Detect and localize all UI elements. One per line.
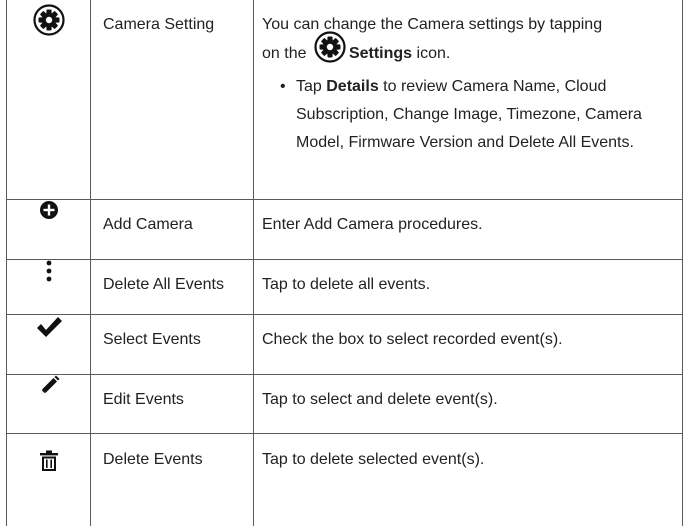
details-list: • Tap Details to review Camera Name, Clo… [262,73,674,157]
checkmark-icon [35,326,63,343]
edit-events-description: Tap to select and delete event(s). [254,375,683,434]
table-row: Add Camera Enter Add Camera procedures. [7,200,683,260]
settings-gear-icon [314,31,346,73]
icon-cell [7,200,91,260]
table-row: Camera Setting You can change the Camera… [7,0,683,200]
camera-setting-name: Camera Setting [91,0,254,200]
more-vertical-icon [45,269,53,286]
icon-cell [7,434,91,526]
edit-events-name: Edit Events [91,375,254,434]
add-camera-name: Add Camera [91,200,254,260]
table-row: Delete All Events Tap to delete all even… [7,260,683,315]
delete-events-description: Tap to delete selected event(s). [254,434,683,526]
add-circle-icon [39,207,59,224]
camera-setting-description: You can change the Camera settings by ta… [254,0,683,200]
icon-cell [7,0,91,200]
settings-bold-label: Settings [349,45,412,62]
icon-cell [7,315,91,375]
icon-cell [7,260,91,315]
delete-all-events-name: Delete All Events [91,260,254,315]
details-bold-label: Details [326,78,378,95]
table-row: Delete Events Tap to delete selected eve… [7,434,683,526]
table-row: Select Events Check the box to select re… [7,315,683,375]
icon-cell [7,375,91,434]
desc-text: icon. [417,45,451,62]
settings-gear-icon [33,23,65,40]
delete-events-name: Delete Events [91,434,254,526]
bullet-text: Tap [296,78,322,95]
select-events-name: Select Events [91,315,254,375]
table-row: Edit Events Tap to select and delete eve… [7,375,683,434]
icon-reference-table: Camera Setting You can change the Camera… [6,0,683,526]
select-events-description: Check the box to select recorded event(s… [254,315,683,375]
add-camera-description: Enter Add Camera procedures. [254,200,683,260]
details-bullet-item: • Tap Details to review Camera Name, Clo… [280,73,674,157]
pencil-icon [38,384,60,401]
desc-text: on the [262,45,306,62]
trash-icon [39,459,59,476]
desc-line-2: on the Settings icon. [262,39,674,69]
delete-all-events-description: Tap to delete all events. [254,260,683,315]
bullet-glyph: • [280,73,286,101]
